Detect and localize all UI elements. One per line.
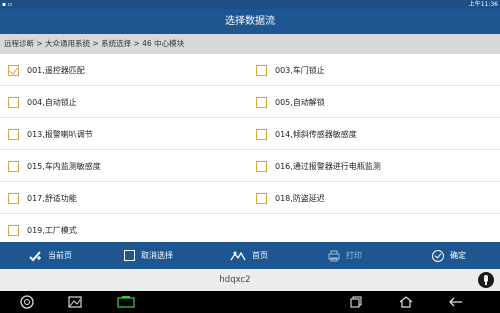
print-icon [328,250,340,261]
list-item-label: 005,自动解锁 [275,97,325,107]
list-item-label: 015,车内监测敏感度 [27,161,101,171]
list-item-016[interactable]: 016,通过报警器进行电瓶监测 [256,150,381,182]
status-clock: 上午11:36 [468,1,498,8]
list-item-015[interactable]: 015,车内监测敏感度 [8,150,101,182]
list-item-003[interactable]: 003,车门锁止 [256,54,325,86]
first-page-icon [230,251,246,260]
list-item-label: 018,防盗延迟 [275,193,325,203]
list-row: 015,车内监测敏感度 016,通过报警器进行电瓶监测 [0,150,500,182]
vci-icon[interactable] [116,294,136,310]
current-page-button[interactable]: 当前页 [28,242,72,269]
list-item-017[interactable]: 017,舒适功能 [8,182,77,214]
confirm-button[interactable]: 确定 [432,242,466,269]
list-row: 013,报警喇叭调节 014,倾斜传感器敏感度 [0,118,500,150]
list-item-label: 016,通过报警器进行电瓶监测 [275,161,381,171]
status-bar: ▪ ▫ 上午11:36 [0,0,500,9]
checkbox-icon[interactable] [8,96,19,108]
list-item-label: 013,报警喇叭调节 [27,129,93,139]
list-row: 017,舒适功能 018,防盗延迟 [0,182,500,214]
list-item-005[interactable]: 005,自动解锁 [256,86,325,118]
checkbox-icon[interactable] [256,192,267,204]
gallery-icon[interactable] [66,294,84,310]
checkbox-checked-icon[interactable] [8,64,19,76]
system-nav-bar [0,291,500,313]
home-icon[interactable] [398,294,414,310]
list-item-018[interactable]: 018,防盗延迟 [256,182,325,214]
checkbox-icon[interactable] [256,160,267,172]
checkbox-icon[interactable] [8,192,19,204]
microphone-icon[interactable] [478,272,494,288]
car-logo-icon[interactable] [18,294,36,310]
bottom-toolbar: 当前页 取消选择 首页 打印 确定 [0,242,500,269]
list-item-014[interactable]: 014,倾斜传感器敏感度 [256,118,357,150]
checkbox-icon[interactable] [256,128,267,140]
list-item-label: 001,遥控器匹配 [27,65,85,75]
list-item-label: 003,车门锁止 [275,65,325,75]
breadcrumb: 远程诊断 > 大众通用系统 > 系统选择 > 46 中心模块 [0,34,500,54]
print-button[interactable]: 打印 [328,242,362,269]
text-input[interactable]: hdqxc2 [0,269,470,291]
list-row: 004,自动锁止 005,自动解锁 [0,86,500,118]
select-current-page-icon [29,250,41,261]
deselect-button[interactable]: 取消选择 [124,242,173,269]
list-row: 001,遥控器匹配 003,车门锁止 [0,54,500,86]
list-item-001[interactable]: 001,遥控器匹配 [8,54,85,86]
list-item-label: 014,倾斜传感器敏感度 [275,129,357,139]
list-item-004[interactable]: 004,自动锁止 [8,86,77,118]
first-page-button[interactable]: 首页 [230,242,268,269]
notification-icons: ▪ ▫ [2,1,13,8]
list-row: 019,工厂模式 [0,214,500,242]
checkbox-icon[interactable] [8,128,19,140]
checkbox-icon[interactable] [8,224,19,236]
page-title: 选择数据流 [0,9,500,34]
checkbox-icon[interactable] [256,64,267,76]
back-icon[interactable] [448,294,464,310]
recent-apps-icon[interactable] [348,294,364,310]
checkbox-empty-icon [124,250,135,261]
checkmark-circle-icon [432,249,444,262]
data-stream-list: 001,遥控器匹配 003,车门锁止 004,自动锁止 005,自动解锁 013… [0,54,500,242]
list-item-label: 019,工厂模式 [27,225,77,235]
checkbox-icon[interactable] [8,160,19,172]
list-item-013[interactable]: 013,报警喇叭调节 [8,118,93,150]
checkbox-icon[interactable] [256,96,267,108]
list-item-label: 004,自动锁止 [27,97,77,107]
list-item-019[interactable]: 019,工厂模式 [8,214,77,242]
list-item-label: 017,舒适功能 [27,193,77,203]
input-bar: hdqxc2 [0,269,500,291]
